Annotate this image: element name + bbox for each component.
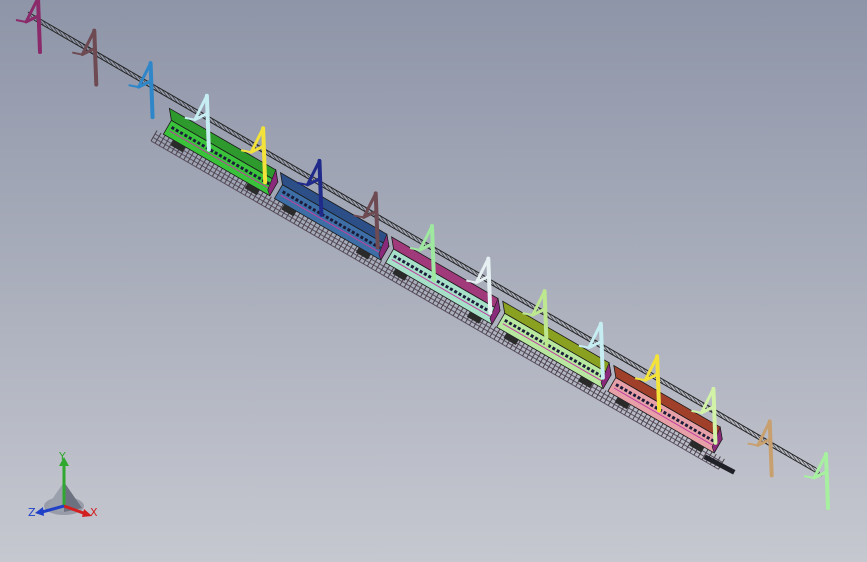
triad-z-arrowhead [35, 507, 44, 516]
mast-post [824, 452, 830, 510]
mast-post [542, 289, 549, 348]
mast-post [430, 224, 436, 282]
catenary-mast [747, 419, 774, 478]
rail [150, 140, 719, 470]
train-car-2[interactable] [273, 171, 390, 261]
mast-arm [418, 225, 434, 252]
mast-post [92, 28, 99, 87]
mast-arm [474, 257, 490, 285]
mast-arm [531, 290, 546, 317]
mast-arm [812, 453, 828, 480]
catenary-mast [72, 28, 99, 87]
mast-post [711, 386, 718, 445]
mast-post [317, 158, 324, 217]
mast-post [204, 93, 211, 152]
mast-post [655, 354, 662, 413]
mast-post [36, 0, 42, 54]
rail-stub [703, 454, 736, 475]
train-consist[interactable] [162, 107, 723, 454]
mast-arm [756, 420, 772, 447]
mast-arm [643, 355, 659, 382]
mast-arm [362, 192, 378, 219]
catenary-mast [803, 452, 830, 510]
mast-arm [587, 323, 603, 350]
mast-post [148, 61, 155, 120]
mast-arm [305, 160, 321, 187]
train-assembly-scene[interactable] [0, 0, 867, 562]
mast-post [486, 256, 493, 315]
mast-arm [137, 62, 152, 89]
train-car-1[interactable] [162, 107, 279, 197]
track-rails [150, 130, 736, 475]
contact-wire [27, 11, 817, 469]
mast-bracket [747, 442, 758, 447]
mast-post [373, 191, 380, 250]
rail [154, 133, 723, 463]
catenary-mast [128, 61, 155, 120]
cad-viewport[interactable]: Y X Z [0, 0, 867, 562]
mast-post [767, 419, 774, 478]
mast-bracket [72, 51, 83, 56]
mast-bracket [803, 475, 815, 479]
triad-y-label: Y [58, 450, 66, 463]
catenary-mast [15, 0, 42, 54]
mast-bracket [15, 19, 27, 23]
train-car-5[interactable] [607, 364, 723, 454]
triad-x-label: X [90, 506, 98, 519]
axis-triad: Y X Z [28, 450, 98, 519]
triad-z-label: Z [28, 506, 36, 519]
mast-arm [699, 388, 715, 415]
mast-bracket [128, 84, 139, 89]
mast-arm [249, 127, 265, 154]
mast-arm [193, 95, 209, 122]
mast-post [598, 321, 605, 380]
mast-post [261, 126, 268, 185]
rail [152, 137, 721, 467]
mast-arm [80, 29, 96, 57]
